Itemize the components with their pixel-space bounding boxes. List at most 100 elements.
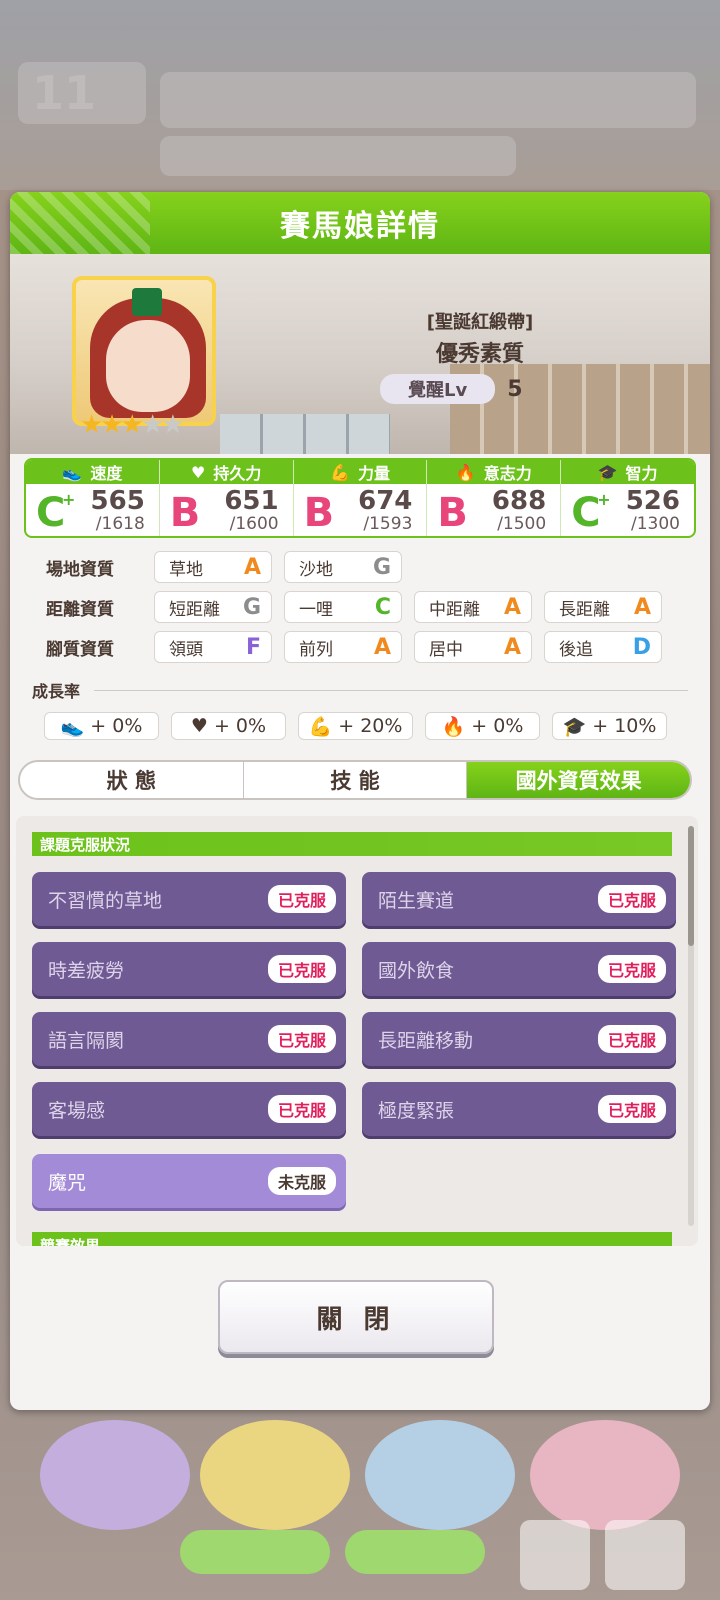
aptitude-style: 腳質資質 領頭 F 前列 A 居中 A 後追 D — [34, 630, 694, 664]
aptitude-name: 居中 — [429, 639, 463, 660]
section-header-next: 競賽效果 — [32, 1232, 672, 1246]
section-header: 課題克服狀況 — [32, 832, 672, 856]
task-name: 極度緊張 — [378, 1099, 455, 1122]
awaken-level: 覺醒Lv 5 — [380, 374, 523, 404]
growth-value: + 10% — [592, 715, 657, 737]
dialog-header: 賽馬娘詳情 — [10, 192, 710, 254]
blurred-menu-button — [530, 1420, 680, 1530]
aptitude-name: 領頭 — [169, 639, 203, 660]
star-empty-icon: ★ — [140, 410, 164, 440]
portrait-face — [106, 320, 190, 412]
aptitude-grade: A — [503, 594, 521, 620]
star-icon: ★ — [100, 410, 123, 440]
task-name: 國外飲食 — [378, 959, 455, 982]
stat-grade: B — [303, 490, 335, 536]
task-item[interactable]: 魔咒 未克服 — [32, 1154, 346, 1208]
task-item[interactable]: 客場感 已克服 — [32, 1082, 346, 1136]
blurred-skip-button — [180, 1530, 330, 1574]
detail-tabs: 狀 態 技 能 國外資質效果 — [18, 760, 692, 800]
umamusume-detail-dialog: 賽馬娘詳情 ★★★★★ [聖誕紅緞帶] 優秀素質 覺醒Lv 5 👟 速度 C + 5… — [10, 192, 710, 1410]
muscle-icon: 💪 — [308, 715, 333, 738]
character-name: 優秀素質 — [435, 342, 524, 367]
task-status-badge: 已克服 — [597, 955, 666, 983]
stat-value: 651 — [224, 486, 279, 516]
divider — [94, 689, 688, 691]
aptitude-grade: F — [245, 634, 261, 660]
close-button[interactable]: 關 閉 — [218, 1280, 494, 1354]
task-name: 長距離移動 — [378, 1029, 474, 1052]
growth-label: 成長率 — [32, 682, 81, 701]
dialog-title: 賽馬娘詳情 — [280, 209, 440, 244]
tab-skills[interactable]: 技 能 — [244, 762, 468, 798]
tab-status[interactable]: 狀 態 — [20, 762, 244, 798]
task-status-badge: 已克服 — [597, 885, 666, 913]
aptitude-name: 前列 — [299, 639, 333, 660]
stat-max: /1600 — [229, 514, 279, 534]
stat-value: 688 — [491, 486, 547, 516]
task-item[interactable]: 不習慣的草地 已克服 — [32, 872, 346, 926]
task-item[interactable]: 極度緊張 已克服 — [362, 1082, 676, 1136]
stat-value: 526 — [625, 486, 680, 516]
growth-value: + 0% — [90, 715, 143, 737]
growth-value: + 0% — [213, 715, 267, 737]
aptitude-name: 後追 — [559, 639, 593, 660]
task-item[interactable]: 國外飲食 已克服 — [362, 942, 676, 996]
task-name: 時差疲勞 — [48, 959, 125, 982]
task-status-badge: 已克服 — [267, 955, 336, 983]
growth-stamina: ♥ + 0% — [171, 712, 286, 740]
aptitude-track: 場地資質 草地 A 沙地 G — [34, 550, 694, 584]
stat-label: 力量 — [357, 464, 390, 483]
heart-icon: ♥ — [191, 462, 206, 482]
character-banner: ★★★★★ [聖誕紅緞帶] 優秀素質 覺醒Lv 5 — [10, 254, 710, 454]
blurred-menu-button — [365, 1420, 515, 1530]
awaken-label: 覺醒Lv — [380, 374, 496, 404]
stat-wisdom: 🎓 智力 C + 526 /1300 — [561, 460, 694, 536]
task-status-badge: 已克服 — [597, 1025, 666, 1053]
task-item[interactable]: 長距離移動 已克服 — [362, 1012, 676, 1066]
aptitude-chip: 居中 A — [414, 631, 532, 663]
growth-wisdom: 🎓 + 10% — [552, 712, 667, 740]
aptitude-grade: A — [243, 554, 261, 580]
section-next-title: 競賽效果 — [40, 1237, 101, 1246]
stat-max: /1593 — [363, 514, 413, 534]
stat-grade: B — [169, 490, 201, 536]
grade-plus-icon: + — [62, 490, 76, 509]
growth-guts: 🔥 + 0% — [425, 712, 540, 740]
portrait-ribbon — [132, 288, 162, 316]
aptitude-grade: A — [633, 594, 651, 620]
aptitude-chip: 中距離 A — [414, 591, 532, 623]
aptitude-name: 沙地 — [299, 559, 333, 580]
aptitude-chip: 長距離 A — [544, 591, 662, 623]
task-status-badge: 已克服 — [267, 1025, 336, 1053]
aptitude-chip: 短距離 G — [154, 591, 272, 623]
graduation-cap-icon: 🎓 — [562, 715, 587, 738]
scrollbar-thumb[interactable] — [688, 826, 694, 946]
tab-overseas-aptitude[interactable]: 國外資質效果 — [467, 762, 690, 798]
task-name: 語言隔閡 — [48, 1029, 125, 1052]
scrollbar[interactable] — [688, 826, 694, 1226]
aptitude-grade: G — [242, 594, 261, 620]
character-portrait[interactable] — [72, 276, 216, 426]
star-icon: ★ — [120, 410, 144, 440]
stats-panel: 👟 速度 C + 565 /1618 ♥ 持久力 B 651 /1600 💪 力量 B … — [24, 458, 696, 538]
aptitude-grade: A — [503, 634, 521, 660]
task-item[interactable]: 陌生賽道 已克服 — [362, 872, 676, 926]
task-item[interactable]: 時差疲勞 已克服 — [32, 942, 346, 996]
stat-value: 565 — [90, 486, 145, 516]
growth-value: + 20% — [338, 715, 403, 737]
tab-content[interactable]: 課題克服狀況 不習慣的草地 已克服 陌生賽道 已克服 時差疲勞 已克服 國外飲食 已克服… — [16, 816, 698, 1246]
task-status-badge: 已克服 — [267, 885, 336, 913]
task-item[interactable]: 語言隔閡 已克服 — [32, 1012, 346, 1066]
background-bottom-menu — [0, 1410, 720, 1600]
aptitude-label: 腳質資質 — [46, 639, 114, 660]
aptitude-label: 距離資質 — [46, 599, 114, 620]
flame-icon: 🔥 — [455, 462, 476, 482]
growth-rates: 👟 + 0% ♥ + 0% 💪 + 20% 🔥 + 0% 🎓 + 10% — [44, 712, 667, 740]
task-status-badge: 已克服 — [267, 1095, 336, 1123]
character-epithet: [聖誕紅緞帶] — [426, 312, 534, 333]
task-status-badge: 未克服 — [267, 1167, 336, 1195]
awaken-value: 5 — [507, 376, 523, 402]
aptitude-chip: 一哩 C — [284, 591, 402, 623]
growth-power: 💪 + 20% — [298, 712, 413, 740]
aptitude-distance: 距離資質 短距離 G 一哩 C 中距離 A 長距離 A — [34, 590, 694, 624]
